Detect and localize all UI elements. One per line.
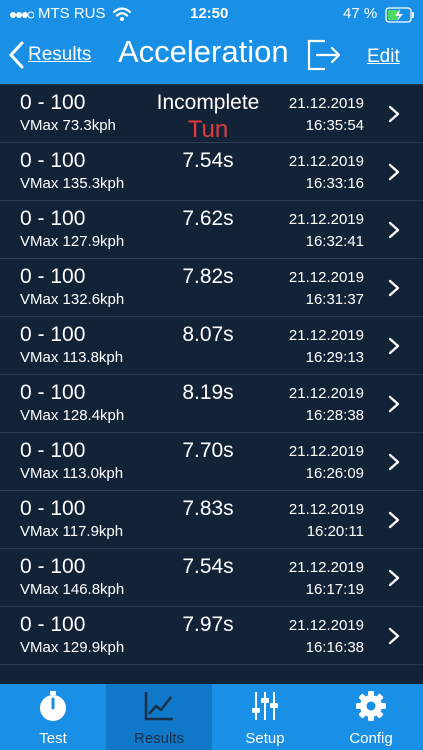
wifi-icon xyxy=(112,7,132,21)
result-clock: 16:16:38 xyxy=(305,639,364,656)
vmax-label: VMax 73.3kph xyxy=(20,117,116,134)
list-item[interactable]: 0 - 100 VMax 127.9kph 7.62s 21.12.2019 1… xyxy=(0,200,423,259)
result-clock: 16:33:16 xyxy=(305,175,364,192)
tab-config[interactable]: Config xyxy=(318,684,423,750)
result-date: 21.12.2019 xyxy=(288,385,364,402)
chevron-right-icon xyxy=(388,105,400,123)
export-button[interactable] xyxy=(305,36,343,74)
result-date: 21.12.2019 xyxy=(288,269,364,286)
chevron-right-icon xyxy=(388,627,400,645)
list-item[interactable]: 0 - 100 VMax 113.0kph 7.70s 21.12.2019 1… xyxy=(0,432,423,491)
vmax-label: VMax 146.8kph xyxy=(20,581,125,598)
vmax-label: VMax 128.4kph xyxy=(20,407,125,424)
vmax-label: VMax 129.9kph xyxy=(20,639,125,656)
list-item[interactable]: 0 - 100 VMax 113.8kph 8.07s 21.12.2019 1… xyxy=(0,316,423,375)
result-date: 21.12.2019 xyxy=(288,327,364,344)
distance-label: 0 - 100 xyxy=(20,555,86,578)
list-item-partial[interactable] xyxy=(0,664,423,684)
vmax-label: VMax 117.9kph xyxy=(20,523,124,540)
back-label: Results xyxy=(28,44,92,65)
result-date: 21.12.2019 xyxy=(288,559,364,576)
chevron-right-icon xyxy=(388,279,400,297)
export-icon xyxy=(307,39,341,71)
clock-label: 12:50 xyxy=(190,5,229,22)
list-item[interactable]: 0 - 100 VMax 129.9kph 7.97s 21.12.2019 1… xyxy=(0,606,423,665)
result-clock: 16:35:54 xyxy=(305,117,364,134)
result-date: 21.12.2019 xyxy=(288,153,364,170)
chevron-right-icon xyxy=(388,221,400,239)
tab-label: Setup xyxy=(245,730,285,747)
distance-label: 0 - 100 xyxy=(20,265,86,288)
list-item[interactable]: 0 - 100 VMax 146.8kph 7.54s 21.12.2019 1… xyxy=(0,548,423,607)
chevron-right-icon xyxy=(388,395,400,413)
result-date: 21.12.2019 xyxy=(288,617,364,634)
result-date: 21.12.2019 xyxy=(288,501,364,518)
edit-button[interactable]: Edit xyxy=(367,46,400,68)
navigation-bar: Results Acceleration Edit xyxy=(0,30,423,84)
vmax-label: VMax 132.6kph xyxy=(20,291,125,308)
carrier-label: MTS RUS xyxy=(38,5,106,22)
list-item[interactable]: 0 - 100 VMax 117.9kph 7.83s 21.12.2019 1… xyxy=(0,490,423,549)
tab-label: Test xyxy=(39,730,67,747)
vmax-label: VMax 113.0kph xyxy=(20,465,124,482)
tab-label: Config xyxy=(349,730,393,747)
chevron-right-icon xyxy=(388,453,400,471)
vmax-label: VMax 127.9kph xyxy=(20,233,125,250)
result-clock: 16:29:13 xyxy=(305,349,364,366)
result-date: 21.12.2019 xyxy=(288,95,364,112)
chevron-right-icon xyxy=(388,337,400,355)
distance-label: 0 - 100 xyxy=(20,497,86,520)
list-item[interactable]: 0 - 100 VMax 73.3kph Incomplete Tun 21.1… xyxy=(0,84,423,143)
battery-icon xyxy=(385,7,414,23)
result-date: 21.12.2019 xyxy=(288,211,364,228)
result-date: 21.12.2019 xyxy=(288,443,364,460)
distance-label: 0 - 100 xyxy=(20,323,86,346)
tab-label: Results xyxy=(133,730,185,747)
chevron-right-icon xyxy=(388,569,400,587)
page-title: Acceleration xyxy=(118,34,289,69)
signal-icon xyxy=(10,11,34,19)
chevron-right-icon xyxy=(388,511,400,529)
stopwatch-icon xyxy=(40,691,66,721)
result-clock: 16:31:37 xyxy=(305,291,364,308)
result-clock: 16:32:41 xyxy=(305,233,364,250)
tab-results[interactable]: Results xyxy=(106,684,212,750)
distance-label: 0 - 100 xyxy=(20,149,86,172)
distance-label: 0 - 100 xyxy=(20,381,86,404)
result-clock: 16:26:09 xyxy=(305,465,364,482)
distance-label: 0 - 100 xyxy=(20,207,86,230)
gear-icon xyxy=(356,691,386,721)
chevron-left-icon xyxy=(9,41,24,69)
back-button[interactable]: Results xyxy=(8,38,91,72)
battery-label: 47 % xyxy=(343,5,378,22)
tab-bar: Test Results Setup Config xyxy=(0,684,423,750)
result-clock: 16:28:38 xyxy=(305,407,364,424)
sliders-icon xyxy=(252,692,278,720)
list-item[interactable]: 0 - 100 VMax 128.4kph 8.19s 21.12.2019 1… xyxy=(0,374,423,433)
distance-label: 0 - 100 xyxy=(20,91,86,114)
distance-label: 0 - 100 xyxy=(20,613,86,636)
tab-setup[interactable]: Setup xyxy=(212,684,318,750)
chevron-right-icon xyxy=(388,163,400,181)
vmax-label: VMax 113.8kph xyxy=(20,349,124,366)
results-list: 0 - 100 VMax 73.3kph Incomplete Tun 21.1… xyxy=(0,84,423,684)
result-clock: 16:20:11 xyxy=(306,523,364,540)
chart-icon xyxy=(144,692,173,721)
list-item[interactable]: 0 - 100 VMax 132.6kph 7.82s 21.12.2019 1… xyxy=(0,258,423,317)
vmax-label: VMax 135.3kph xyxy=(20,175,125,192)
tab-test[interactable]: Test xyxy=(0,684,106,750)
list-item[interactable]: 0 - 100 VMax 135.3kph 7.54s 21.12.2019 1… xyxy=(0,142,423,201)
result-clock: 16:17:19 xyxy=(305,581,364,598)
distance-label: 0 - 100 xyxy=(20,439,86,462)
status-bar: MTS RUS 12:50 47 % xyxy=(0,0,423,30)
